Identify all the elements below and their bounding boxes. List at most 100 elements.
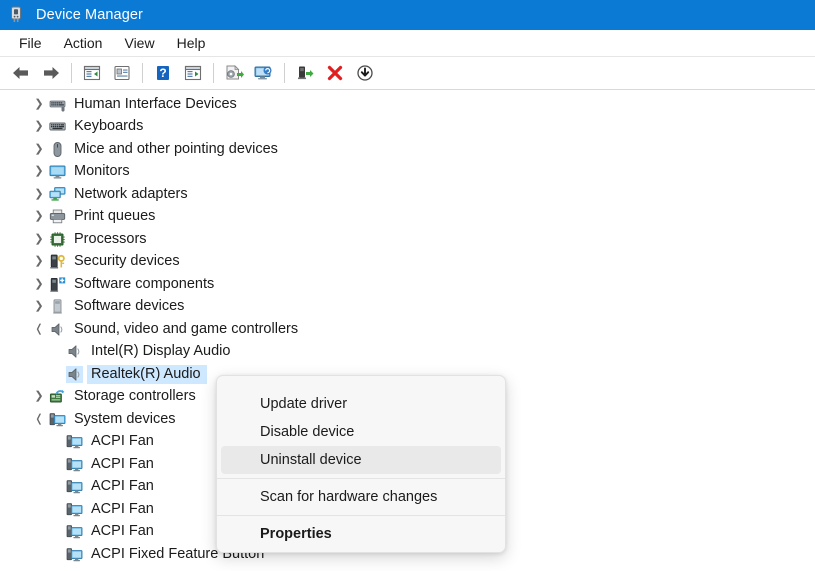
show-hide-console-tree-button[interactable]	[77, 60, 107, 86]
tree-item-label: ACPI Fan	[91, 523, 154, 540]
tree-item-mice-and-other-pointing-devices[interactable]: ❯ Mice and other pointing devices	[7, 138, 806, 161]
tree-item-label: Keyboards	[74, 118, 144, 135]
tree-item-label: Processors	[74, 230, 147, 247]
system-device-icon	[66, 501, 83, 518]
toolbar: ?	[0, 57, 815, 90]
menu-bar: File Action View Help	[0, 30, 815, 57]
speaker-icon	[66, 343, 83, 360]
chevron-right-icon[interactable]: ❯	[31, 186, 47, 202]
ctx-scan-hardware-changes[interactable]: Scan for hardware changes	[221, 483, 501, 511]
tree-item-sound-video-and-game-controllers[interactable]: ❬ Sound, video and game controllers	[7, 318, 806, 341]
context-menu-top-padding	[217, 380, 505, 390]
tree-item-network-adapters[interactable]: ❯ Network adapters	[7, 183, 806, 206]
menu-action[interactable]: Action	[53, 33, 114, 53]
network-adapter-icon	[49, 186, 66, 203]
chevron-right-icon[interactable]: ❯	[31, 231, 47, 247]
speaker-icon	[49, 321, 66, 338]
forward-button[interactable]	[36, 60, 66, 86]
toolbar-separator	[142, 63, 143, 83]
tree-item-label: ACPI Fan	[91, 478, 154, 495]
tree-item-label: Network adapters	[74, 185, 188, 202]
chevron-right-icon[interactable]: ❯	[31, 119, 47, 135]
tree-item-security-devices[interactable]: ❯ Security devices	[7, 251, 806, 274]
storage-controller-icon	[49, 388, 66, 405]
system-device-icon	[66, 546, 83, 563]
keyboard-icon	[49, 118, 66, 135]
tree-item-software-components[interactable]: ❯ Software components	[7, 273, 806, 296]
monitor-icon	[49, 163, 66, 180]
chevron-down-icon[interactable]: ❬	[31, 411, 47, 427]
back-button[interactable]	[6, 60, 36, 86]
tree-item-label: Sound, video and game controllers	[74, 320, 299, 337]
security-device-icon	[49, 253, 66, 270]
chevron-right-icon[interactable]: ❯	[31, 96, 47, 112]
printer-icon	[49, 208, 66, 225]
speaker-icon	[66, 365, 83, 383]
ctx-properties[interactable]: Properties	[221, 520, 501, 548]
chevron-right-icon[interactable]: ❯	[31, 141, 47, 157]
chevron-right-icon[interactable]: ❯	[31, 299, 47, 315]
help-button[interactable]: ?	[148, 60, 178, 86]
enable-device-button[interactable]	[290, 60, 320, 86]
tree-item-human-interface-devices[interactable]: ❯ Human Interface Devices	[7, 93, 806, 116]
tree-item-label: Software devices	[74, 298, 185, 315]
tree-item-label: Storage controllers	[74, 388, 196, 405]
device-manager-icon	[9, 6, 27, 24]
system-device-icon	[66, 456, 83, 473]
tree-item-label: Print queues	[74, 208, 156, 225]
tree-item-intel-display-audio[interactable]: Intel(R) Display Audio	[7, 341, 806, 364]
software-component-icon	[49, 276, 66, 293]
tree-item-software-devices[interactable]: ❯ Software devices	[7, 296, 806, 319]
tree-item-print-queues[interactable]: ❯ Print queues	[7, 206, 806, 229]
hid-icon	[49, 96, 66, 113]
uninstall-device-button[interactable]	[320, 60, 350, 86]
mouse-icon	[49, 141, 66, 158]
tree-item-label: Realtek(R) Audio	[87, 364, 207, 384]
tree-item-label: Human Interface Devices	[74, 95, 237, 112]
processor-icon	[49, 231, 66, 248]
tree-item-processors[interactable]: ❯ Processors	[7, 228, 806, 251]
tree-item-label: Software components	[74, 275, 215, 292]
menu-file[interactable]: File	[8, 33, 53, 53]
tree-item-label: ACPI Fan	[91, 500, 154, 517]
disable-device-button[interactable]	[350, 60, 380, 86]
chevron-right-icon[interactable]: ❯	[31, 209, 47, 225]
scan-hardware-changes-button[interactable]	[249, 60, 279, 86]
device-manager-window: Device Manager File Action View Help ? ❯…	[0, 0, 815, 571]
ctx-disable-device[interactable]: Disable device	[221, 418, 501, 446]
menu-help[interactable]: Help	[166, 33, 217, 53]
context-menu-separator	[217, 478, 505, 479]
ctx-uninstall-device[interactable]: Uninstall device	[221, 446, 501, 474]
ctx-update-driver[interactable]: Update driver	[221, 390, 501, 418]
tree-item-label: Monitors	[74, 163, 130, 180]
tree-item-label: ACPI Fan	[91, 455, 154, 472]
chevron-right-icon[interactable]: ❯	[31, 389, 47, 405]
chevron-down-icon[interactable]: ❬	[31, 321, 47, 337]
system-device-icon	[66, 478, 83, 495]
show-hide-action-pane-button[interactable]	[178, 60, 208, 86]
system-device-icon	[66, 523, 83, 540]
tree-item-monitors[interactable]: ❯ Monitors	[7, 161, 806, 184]
context-menu-separator	[217, 515, 505, 516]
update-driver-button[interactable]	[219, 60, 249, 86]
system-device-icon	[66, 433, 83, 450]
chevron-right-icon[interactable]: ❯	[31, 164, 47, 180]
chevron-right-icon[interactable]: ❯	[31, 254, 47, 270]
toolbar-separator	[213, 63, 214, 83]
tree-item-label: ACPI Fan	[91, 433, 154, 450]
tree-item-label: Mice and other pointing devices	[74, 140, 278, 157]
tree-item-label: Security devices	[74, 253, 180, 270]
software-device-icon	[49, 298, 66, 315]
chevron-right-icon[interactable]: ❯	[31, 276, 47, 292]
tree-item-label: System devices	[74, 410, 176, 427]
svg-text:?: ?	[159, 66, 166, 80]
tree-item-keyboards[interactable]: ❯ Keyboards	[7, 116, 806, 139]
system-device-icon	[49, 411, 66, 428]
properties-button[interactable]	[107, 60, 137, 86]
tree-item-label: Intel(R) Display Audio	[91, 343, 231, 360]
title-bar: Device Manager	[0, 0, 815, 30]
toolbar-separator	[284, 63, 285, 83]
toolbar-separator	[71, 63, 72, 83]
context-menu: Update driver Disable device Uninstall d…	[216, 375, 506, 553]
menu-view[interactable]: View	[113, 33, 165, 53]
